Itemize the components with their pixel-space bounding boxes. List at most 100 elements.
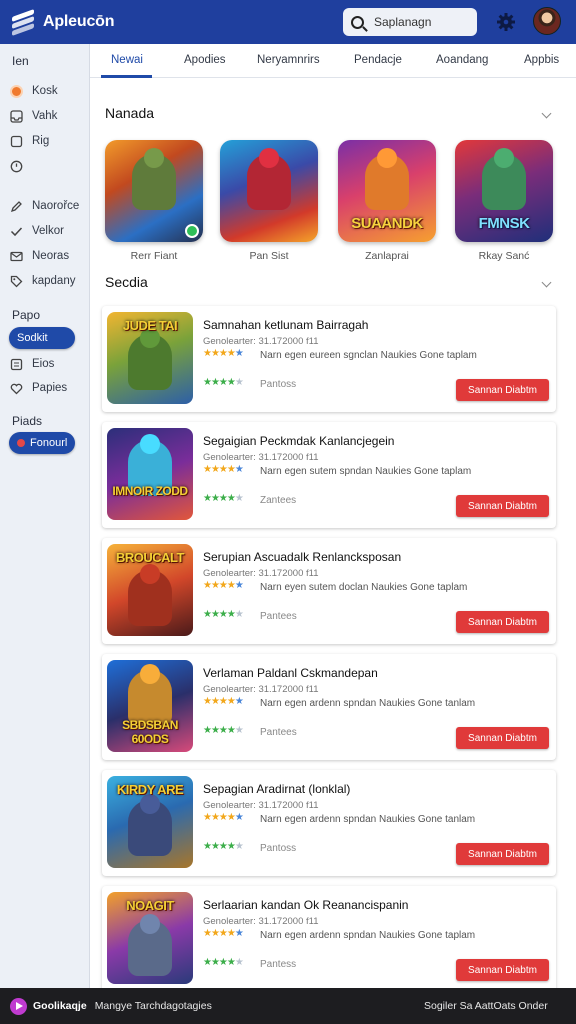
bottom-bar-right-links[interactable]: Sogiler Sa AattOats Onder bbox=[424, 1000, 548, 1012]
sidebar-item-kosk[interactable]: Kosk bbox=[10, 81, 58, 101]
sidebar-pill-sodkit[interactable]: Sodkit bbox=[9, 327, 75, 349]
game-character bbox=[128, 334, 172, 390]
featured-game-3[interactable]: SUAANDK Zanlaprai bbox=[338, 140, 436, 262]
tab-newai[interactable]: Newai bbox=[111, 54, 143, 66]
game-caption: Rkay Sanć bbox=[478, 250, 530, 262]
sidebar-section-papo: Papo bbox=[12, 308, 41, 322]
tab-neryamnrirs[interactable]: Neryamnrirs bbox=[257, 54, 320, 66]
gear-icon[interactable] bbox=[496, 12, 516, 32]
sidebar-item-label: Papies bbox=[32, 382, 68, 394]
search-input[interactable] bbox=[374, 15, 470, 29]
game-thumbnail: BROUCALT bbox=[107, 544, 193, 636]
sidebar-pill-fonourl[interactable]: Fonourl bbox=[9, 432, 75, 454]
star-rating-secondary: ★★★★★ bbox=[203, 377, 244, 388]
tab-bar: Newai Apodies Neryamnrirs Pendacje Aoand… bbox=[90, 44, 576, 78]
game-artwork bbox=[105, 140, 203, 242]
game-artwork bbox=[220, 140, 318, 242]
game-character bbox=[482, 154, 526, 210]
item-cta-button[interactable]: Sannan Diabtm bbox=[456, 495, 549, 517]
star-rating: ★★★★★ bbox=[203, 928, 244, 939]
star-rating: ★★★★★ bbox=[203, 696, 244, 707]
search-icon bbox=[351, 15, 364, 29]
item-meta: Genolearter: 31.172000 f11 bbox=[203, 452, 319, 463]
pen-icon bbox=[10, 200, 22, 212]
sidebar-item-papies[interactable]: Papies bbox=[10, 378, 67, 398]
sidebar-item-label: Velkor bbox=[32, 225, 64, 237]
star-rating-secondary: ★★★★★ bbox=[203, 725, 244, 736]
sidebar-item-label: Naorořce bbox=[32, 200, 80, 212]
item-meta: Genolearter: 31.172000 f11 bbox=[203, 684, 319, 695]
game-thumbnail: SBDSBAN 60ODS bbox=[107, 660, 193, 752]
list-section-title: Secdia bbox=[105, 274, 148, 290]
list-item[interactable]: SBDSBAN 60ODS Verlaman Paldanl Cskmandep… bbox=[102, 654, 556, 760]
game-character bbox=[132, 154, 176, 210]
featured-game-1[interactable]: Rerr Fiant bbox=[105, 140, 203, 262]
app-logo[interactable]: Apleucōn bbox=[12, 8, 162, 37]
square-icon bbox=[10, 135, 23, 147]
item-meta: Genolearter: 31.172000 f11 bbox=[203, 800, 319, 811]
sidebar-item-kapdany[interactable]: kapdany bbox=[10, 271, 75, 291]
list-item[interactable]: IMNOIR ZODD Segaigian Peckmdak Kanlancje… bbox=[102, 422, 556, 528]
item-description: Narn egen ardenn spndan Naukies Gone tan… bbox=[260, 814, 476, 825]
list-item[interactable]: JUDE TAI Samnahan ketlunam Bairragah Gen… bbox=[102, 306, 556, 412]
top-app-bar: Apleucōn bbox=[0, 0, 576, 44]
item-description: Narn egen ardenn spndan Naukies Gone tan… bbox=[260, 698, 476, 709]
item-description: Narn egen eureen sgnclan Naukies Gone ta… bbox=[260, 350, 477, 361]
game-character bbox=[128, 800, 172, 856]
sidebar-item-label: Kosk bbox=[32, 85, 58, 97]
orange-dot-icon bbox=[10, 84, 23, 98]
item-cta-button[interactable]: Sannan Diabtm bbox=[456, 379, 549, 401]
pill-label: Sodkit bbox=[17, 332, 48, 344]
sidebar-item-naororce[interactable]: Naorořce bbox=[10, 196, 79, 216]
item-cta-button[interactable]: Sannan Diabtm bbox=[456, 959, 549, 981]
item-cta-button[interactable]: Sannan Diabtm bbox=[456, 611, 549, 633]
item-platform: Pantoss bbox=[260, 379, 297, 390]
sidebar: Ien Kosk Vahk Rig Naorořce Velkor Neoras… bbox=[0, 44, 90, 988]
game-character bbox=[365, 154, 409, 210]
user-avatar[interactable] bbox=[533, 7, 561, 35]
star-rating: ★★★★★ bbox=[203, 348, 244, 359]
thumbnail-text: IMNOIR ZODD bbox=[112, 484, 188, 498]
star-rating: ★★★★★ bbox=[203, 464, 244, 475]
item-platform: Pantoss bbox=[260, 843, 297, 854]
heart-icon bbox=[10, 383, 23, 394]
list-item[interactable]: NOAGIT Serlaarian kandan Ok Reanancispan… bbox=[102, 886, 556, 992]
item-platform: Zantees bbox=[260, 495, 297, 506]
list-item[interactable]: KIRDY ARE Sepagian Aradirnat (lonklal) G… bbox=[102, 770, 556, 876]
sidebar-item-eios[interactable]: Eios bbox=[10, 354, 54, 374]
sidebar-item-neoras[interactable]: Neoras bbox=[10, 246, 69, 266]
thumbnail-text: BROUCALT bbox=[116, 550, 184, 565]
sidebar-item-rig[interactable]: Rig bbox=[10, 131, 49, 151]
stack-logo-icon bbox=[12, 8, 34, 37]
list-icon bbox=[10, 358, 23, 370]
sidebar-item-vahk[interactable]: Vahk bbox=[10, 106, 57, 126]
featured-game-4[interactable]: FMNSK Rkay Sanć bbox=[455, 140, 553, 262]
tab-apodies[interactable]: Apodies bbox=[184, 54, 226, 66]
item-title: Serlaarian kandan Ok Reanancispanin bbox=[203, 898, 409, 912]
game-thumbnail: JUDE TAI bbox=[107, 312, 193, 404]
tab-aoandang[interactable]: Aoandang bbox=[436, 54, 488, 66]
sidebar-item-label: Eios bbox=[32, 358, 55, 370]
game-art-text: SUAANDK bbox=[351, 215, 423, 232]
search-box[interactable] bbox=[343, 8, 477, 36]
item-description: Narn egen sutem spndan Naukies Gone tapl… bbox=[260, 466, 472, 477]
chevron-down-icon[interactable] bbox=[541, 277, 552, 288]
chevron-down-icon[interactable] bbox=[541, 108, 552, 119]
sidebar-item-velkor[interactable]: Velkor bbox=[10, 221, 64, 241]
play-icon[interactable] bbox=[10, 997, 27, 1015]
thumbnail-text: KIRDY ARE bbox=[116, 782, 184, 797]
item-cta-button[interactable]: Sannan Diabtm bbox=[456, 843, 549, 865]
game-artwork: SUAANDK bbox=[338, 140, 436, 242]
bottom-bar-brand[interactable]: Goolikaqje bbox=[33, 1000, 87, 1012]
item-platform: Pantees bbox=[260, 611, 297, 622]
tab-appbis[interactable]: Appbis bbox=[524, 54, 559, 66]
item-cta-button[interactable]: Sannan Diabtm bbox=[456, 727, 549, 749]
clock-icon bbox=[10, 160, 23, 172]
list-item[interactable]: BROUCALT Serupian Ascuadalk Renlanckspos… bbox=[102, 538, 556, 644]
sidebar-item-clock[interactable] bbox=[10, 156, 32, 176]
tab-pendacje[interactable]: Pendacje bbox=[354, 54, 402, 66]
bottom-bar-links[interactable]: Mangye Tarchdagotagies bbox=[95, 1000, 212, 1012]
star-rating: ★★★★★ bbox=[203, 580, 244, 591]
check-icon bbox=[10, 226, 23, 236]
featured-game-2[interactable]: Pan Sist bbox=[220, 140, 318, 262]
